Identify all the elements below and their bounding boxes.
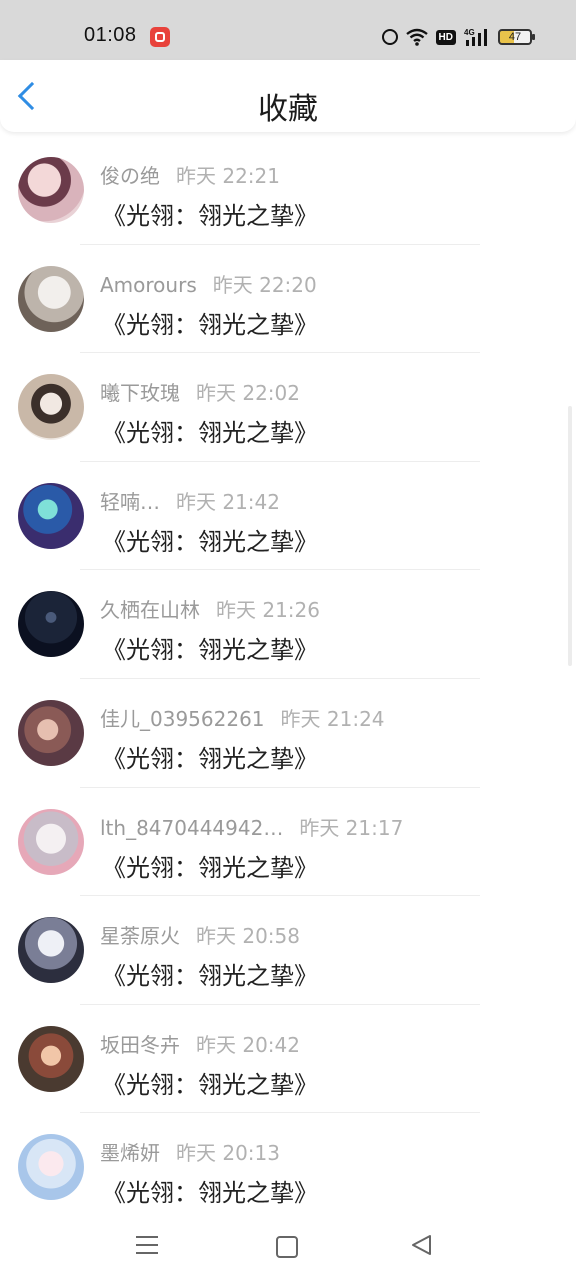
- item-title[interactable]: 《光翎：翎光之挚》: [102, 522, 318, 557]
- user-name[interactable]: lth_8470444942…: [100, 816, 283, 840]
- user-name[interactable]: 墨烯妍: [100, 1141, 160, 1165]
- list-item[interactable]: 俊の绝 昨天 22:21 《光翎：翎光之挚》: [0, 136, 576, 245]
- avatar[interactable]: [18, 699, 84, 766]
- item-time: 昨天 20:42: [196, 1032, 300, 1057]
- item-title[interactable]: 《光翎：翎光之挚》: [102, 196, 318, 231]
- item-meta: 俊の绝 昨天 22:21: [100, 160, 280, 189]
- item-time: 昨天 22:21: [176, 164, 280, 188]
- item-meta: 佳儿_039562261 昨天 21:24: [100, 703, 385, 732]
- item-time: 昨天 21:17: [299, 815, 404, 840]
- user-name[interactable]: 俊の绝: [100, 164, 160, 188]
- app-notification-icon: [150, 27, 170, 47]
- list-item[interactable]: 星荼原火 昨天 20:58 《光翎：翎光之挚》: [0, 896, 576, 1005]
- item-time: 昨天 21:24: [280, 706, 385, 731]
- status-icons: HD 4G 47: [381, 26, 535, 48]
- signal-icon: 4G: [464, 28, 490, 46]
- item-time: 昨天 22:20: [212, 272, 317, 297]
- item-title[interactable]: 《光翎：翎光之挚》: [102, 630, 318, 665]
- avatar[interactable]: [18, 1025, 84, 1092]
- back-triangle-icon[interactable]: [410, 1234, 434, 1260]
- wifi-icon: [405, 28, 428, 46]
- scrollbar[interactable]: [568, 406, 572, 666]
- network-label: 4G: [464, 28, 475, 37]
- user-name[interactable]: Amorours: [100, 273, 197, 297]
- list-item[interactable]: 曦下玫瑰 昨天 22:02 《光翎：翎光之挚》: [0, 353, 576, 462]
- item-meta: 星荼原火 昨天 20:58: [100, 920, 300, 949]
- list-item[interactable]: lth_8470444942… 昨天 21:17 《光翎：翎光之挚》: [0, 788, 576, 897]
- user-name[interactable]: 佳儿_039562261: [100, 707, 265, 731]
- list-item[interactable]: 佳儿_039562261 昨天 21:24 《光翎：翎光之挚》: [0, 679, 576, 788]
- item-meta: 曦下玫瑰 昨天 22:02: [100, 377, 300, 406]
- item-time: 昨天 20:13: [176, 1141, 280, 1166]
- avatar[interactable]: [18, 917, 84, 984]
- item-meta: 轻喃… 昨天 21:42: [100, 486, 280, 515]
- battery-icon: 47: [498, 29, 535, 45]
- page-title: 收藏: [258, 92, 318, 127]
- item-title[interactable]: 《光翎：翎光之挚》: [102, 1173, 318, 1208]
- menu-icon[interactable]: [136, 1236, 158, 1254]
- list-item[interactable]: 轻喃… 昨天 21:42 《光翎：翎光之挚》: [0, 462, 576, 571]
- item-meta: lth_8470444942… 昨天 21:17: [100, 812, 403, 841]
- avatar[interactable]: [18, 591, 84, 658]
- item-title[interactable]: 《光翎：翎光之挚》: [102, 413, 318, 448]
- user-name[interactable]: 星荼原火: [100, 924, 180, 948]
- list-item[interactable]: Amorours 昨天 22:20 《光翎：翎光之挚》: [0, 245, 576, 354]
- item-title[interactable]: 《光翎：翎光之挚》: [102, 848, 318, 883]
- item-title[interactable]: 《光翎：翎光之挚》: [102, 305, 318, 340]
- user-name[interactable]: 轻喃…: [100, 490, 160, 514]
- item-title[interactable]: 《光翎：翎光之挚》: [102, 956, 318, 991]
- avatar[interactable]: [18, 265, 84, 332]
- status-bar: 01:08 HD 4G 47: [0, 0, 576, 60]
- user-name[interactable]: 坂田冬卉: [100, 1033, 180, 1057]
- alarm-icon: [381, 29, 398, 45]
- item-time: 昨天 20:58: [196, 924, 300, 949]
- item-meta: Amorours 昨天 22:20: [100, 269, 317, 298]
- avatar[interactable]: [18, 808, 84, 875]
- item-meta: 久栖在山林 昨天 21:26: [100, 594, 320, 623]
- system-nav-bar: [0, 1212, 576, 1280]
- item-time: 昨天 21:42: [176, 489, 280, 514]
- list-item[interactable]: 久栖在山林 昨天 21:26 《光翎：翎光之挚》: [0, 570, 576, 679]
- avatar[interactable]: [18, 374, 84, 441]
- item-time: 昨天 22:02: [196, 381, 300, 406]
- avatar[interactable]: [18, 482, 84, 549]
- item-time: 昨天 21:26: [216, 598, 320, 623]
- list-item[interactable]: 坂田冬卉 昨天 20:42 《光翎：翎光之挚》: [0, 1005, 576, 1114]
- avatar[interactable]: [18, 1134, 84, 1201]
- avatar[interactable]: [18, 157, 84, 223]
- item-meta: 坂田冬卉 昨天 20:42: [100, 1029, 300, 1058]
- user-name[interactable]: 久栖在山林: [100, 598, 200, 622]
- hd-icon: HD: [435, 29, 456, 45]
- favorites-list: 俊の绝 昨天 22:21 《光翎：翎光之挚》 Amorours 昨天 22:20 《光翎：…: [0, 136, 576, 1222]
- item-title[interactable]: 《光翎：翎光之挚》: [102, 739, 318, 774]
- status-time: 01:08: [84, 24, 137, 46]
- item-meta: 墨烯妍 昨天 20:13: [100, 1137, 280, 1166]
- app-header: 收藏: [0, 60, 576, 132]
- user-name[interactable]: 曦下玫瑰: [100, 381, 180, 405]
- list-item[interactable]: 墨烯妍 昨天 20:13 《光翎：翎光之挚》: [0, 1113, 576, 1222]
- item-title[interactable]: 《光翎：翎光之挚》: [102, 1065, 318, 1100]
- home-icon[interactable]: [276, 1236, 298, 1258]
